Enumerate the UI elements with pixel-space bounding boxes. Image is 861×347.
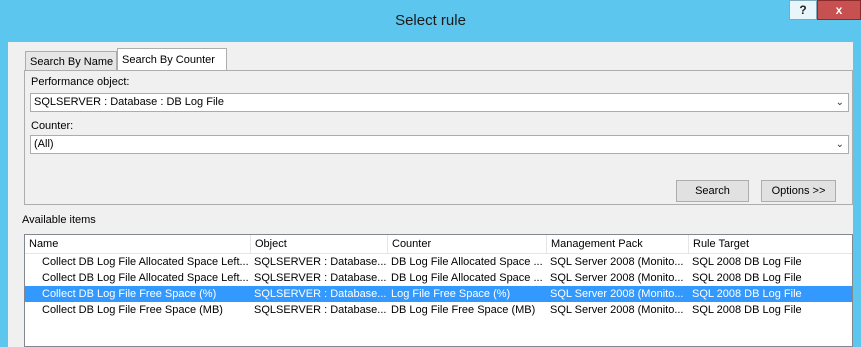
counter-dropdown[interactable]: (All) ⌄	[30, 135, 849, 154]
cell-name: Collect DB Log File Free Space (%)	[42, 288, 217, 300]
column-header-management-pack[interactable]: Management Pack	[547, 235, 689, 253]
tab-search-by-counter[interactable]: Search By Counter	[117, 48, 227, 70]
cell-name: Collect DB Log File Allocated Space Left…	[42, 272, 249, 284]
available-items-label: Available items	[22, 214, 96, 226]
list-item-selected[interactable]: Collect DB Log File Free Space (%) SQLSE…	[25, 286, 852, 302]
cell-counter: DB Log File Allocated Space ...	[391, 272, 543, 284]
options-button[interactable]: Options >>	[761, 180, 836, 202]
search-button[interactable]: Search	[676, 180, 749, 202]
counter-label: Counter:	[31, 120, 74, 132]
cell-object: SQLSERVER : Database...	[254, 304, 387, 316]
chevron-down-icon: ⌄	[835, 139, 844, 150]
performance-object-value: SQLSERVER : Database : DB Log File	[34, 96, 224, 108]
column-header-object[interactable]: Object	[251, 235, 388, 253]
cell-management-pack: SQL Server 2008 (Monito...	[550, 304, 684, 316]
close-button[interactable]: x	[817, 0, 861, 20]
column-header-counter[interactable]: Counter	[388, 235, 547, 253]
list-item[interactable]: Collect DB Log File Allocated Space Left…	[25, 270, 852, 286]
chevron-down-icon: ⌄	[835, 97, 844, 108]
performance-object-label: Performance object:	[31, 76, 130, 88]
cell-rule-target: SQL 2008 DB Log File	[692, 304, 802, 316]
window-title: Select rule	[395, 12, 466, 29]
cell-rule-target: SQL 2008 DB Log File	[692, 288, 802, 300]
list-item[interactable]: Collect DB Log File Free Space (MB) SQLS…	[25, 302, 852, 318]
column-header-name[interactable]: Name	[25, 235, 251, 253]
cell-object: SQLSERVER : Database...	[254, 272, 387, 284]
cell-object: SQLSERVER : Database...	[254, 256, 387, 268]
cell-rule-target: SQL 2008 DB Log File	[692, 272, 802, 284]
cell-name: Collect DB Log File Free Space (MB)	[42, 304, 223, 316]
title-bar: Select rule ? x	[0, 0, 861, 42]
list-header: Name Object Counter Management Pack Rule…	[25, 235, 852, 254]
available-items-list[interactable]: Name Object Counter Management Pack Rule…	[24, 234, 853, 347]
cell-counter: DB Log File Free Space (MB)	[391, 304, 536, 316]
cell-counter: DB Log File Allocated Space ...	[391, 256, 543, 268]
tab-search-by-name[interactable]: Search By Name	[25, 51, 117, 70]
list-item[interactable]: Collect DB Log File Allocated Space Left…	[25, 254, 852, 270]
cell-management-pack: SQL Server 2008 (Monito...	[550, 272, 684, 284]
cell-counter: Log File Free Space (%)	[391, 288, 511, 300]
cell-management-pack: SQL Server 2008 (Monito...	[550, 288, 684, 300]
cell-management-pack: SQL Server 2008 (Monito...	[550, 256, 684, 268]
dialog-body: Search By Name Search By Counter Perform…	[8, 42, 853, 347]
column-header-rule-target[interactable]: Rule Target	[689, 235, 852, 253]
cell-object: SQLSERVER : Database...	[254, 288, 387, 300]
help-button[interactable]: ?	[789, 0, 817, 20]
cell-rule-target: SQL 2008 DB Log File	[692, 256, 802, 268]
counter-value: (All)	[34, 138, 54, 150]
performance-object-dropdown[interactable]: SQLSERVER : Database : DB Log File ⌄	[30, 93, 849, 112]
cell-name: Collect DB Log File Allocated Space Left…	[42, 256, 249, 268]
